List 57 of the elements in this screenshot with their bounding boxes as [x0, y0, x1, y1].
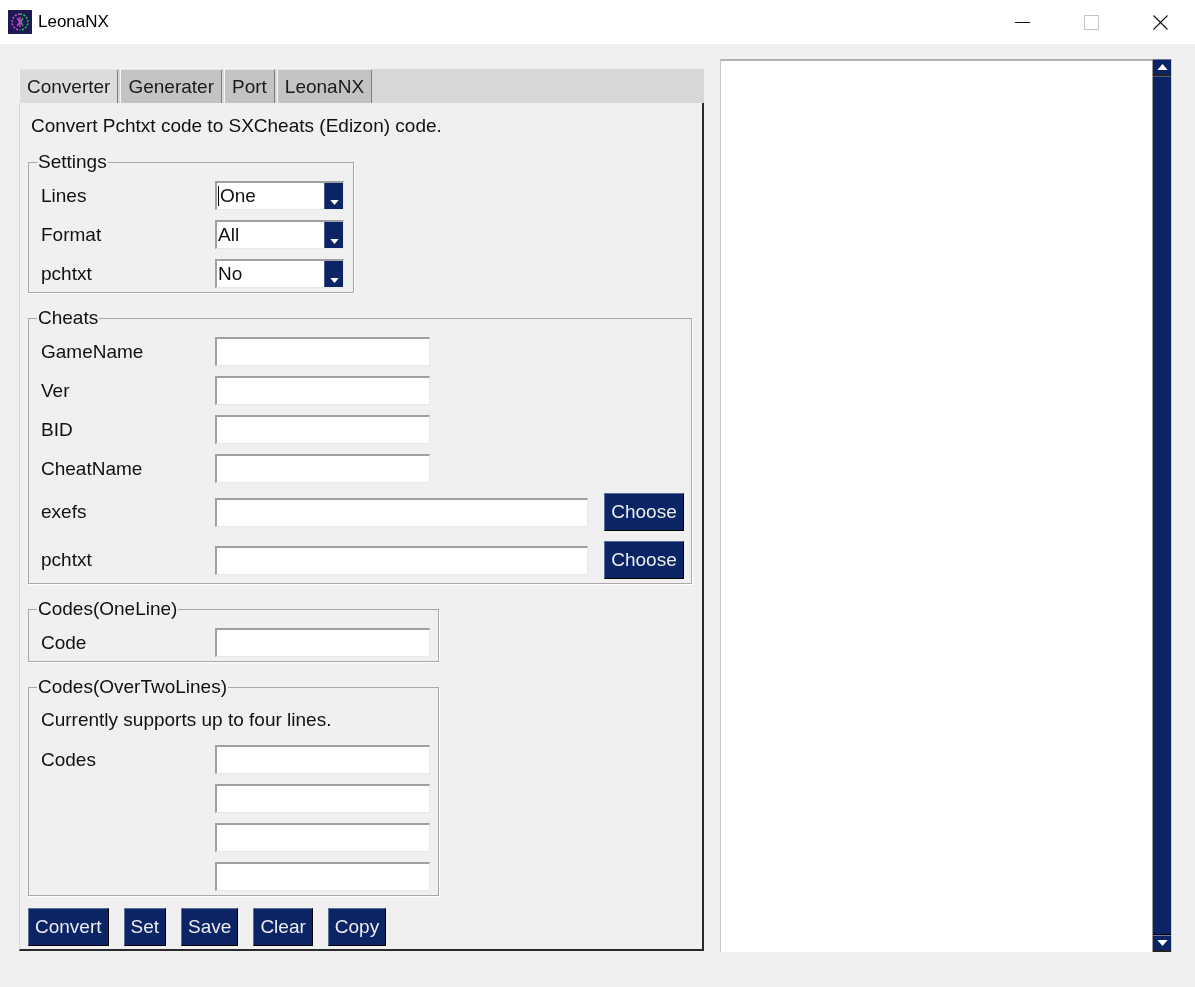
action-button[interactable]: Set — [123, 908, 167, 946]
text-field[interactable] — [215, 784, 430, 813]
field-label: Code — [41, 631, 88, 654]
up-arrow-icon — [1156, 64, 1168, 70]
tab[interactable]: LeonaNX — [276, 69, 373, 103]
maximize-icon — [1084, 14, 1099, 30]
tab[interactable]: Port — [223, 69, 275, 103]
dropdown[interactable]: One — [215, 181, 344, 210]
down-arrow-icon — [329, 239, 339, 244]
action-button[interactable]: Clear — [253, 908, 313, 946]
field-label: Lines — [41, 184, 88, 207]
field-label: exefs — [41, 501, 88, 523]
window-title: LeonaNX — [38, 12, 109, 32]
group-title: Cheats — [37, 307, 100, 329]
dropdown-arrow-button[interactable] — [324, 183, 343, 209]
dropdown-arrow-button[interactable] — [324, 222, 343, 248]
down-arrow-icon — [329, 200, 339, 205]
dropdown-arrow-button[interactable] — [324, 261, 343, 287]
choose-button[interactable]: Choose — [604, 541, 684, 579]
tab[interactable]: Generater — [120, 69, 222, 103]
group-note: Currently supports up to four lines. — [41, 709, 333, 731]
text-field[interactable] — [215, 376, 430, 405]
field-label: pchtxt — [41, 262, 93, 285]
scroll-up-button[interactable] — [1153, 59, 1171, 76]
field-label: GameName — [41, 340, 145, 363]
app-icon — [8, 10, 32, 34]
text-field[interactable] — [215, 745, 430, 774]
group-title: Settings — [37, 151, 108, 173]
group-title: Codes(OverTwoLines) — [37, 676, 229, 698]
field-label: CheatName — [41, 457, 144, 480]
text-field[interactable] — [215, 454, 430, 483]
text-field[interactable] — [215, 628, 430, 657]
close-icon — [1153, 14, 1168, 30]
field-label: Format — [41, 223, 103, 246]
action-button[interactable]: Convert — [28, 908, 109, 946]
field-label: pchtxt — [41, 549, 93, 571]
text-field[interactable] — [215, 415, 430, 444]
action-button[interactable]: Copy — [327, 908, 387, 946]
group-title: Codes(OneLine) — [37, 598, 179, 620]
down-arrow-icon — [1156, 940, 1168, 946]
dropdown[interactable]: All — [215, 220, 344, 249]
field-label: Codes — [41, 748, 97, 771]
text-field[interactable] — [215, 862, 430, 891]
file-path-field[interactable] — [215, 545, 588, 575]
minimize-icon — [1015, 21, 1030, 23]
text-field[interactable] — [215, 823, 430, 852]
text-field[interactable] — [215, 337, 430, 366]
scroll-down-button[interactable] — [1153, 935, 1171, 952]
action-button[interactable]: Save — [181, 908, 239, 946]
down-arrow-icon — [329, 278, 339, 283]
file-path-field[interactable] — [215, 497, 588, 527]
dropdown[interactable]: No — [215, 259, 344, 288]
field-label: Ver — [41, 379, 71, 402]
description-text: Convert Pchtxt code to SXCheats (Edizon) code. — [31, 115, 442, 137]
choose-button[interactable]: Choose — [604, 493, 684, 531]
field-label: BID — [41, 418, 74, 441]
tab[interactable]: Converter — [19, 69, 119, 103]
